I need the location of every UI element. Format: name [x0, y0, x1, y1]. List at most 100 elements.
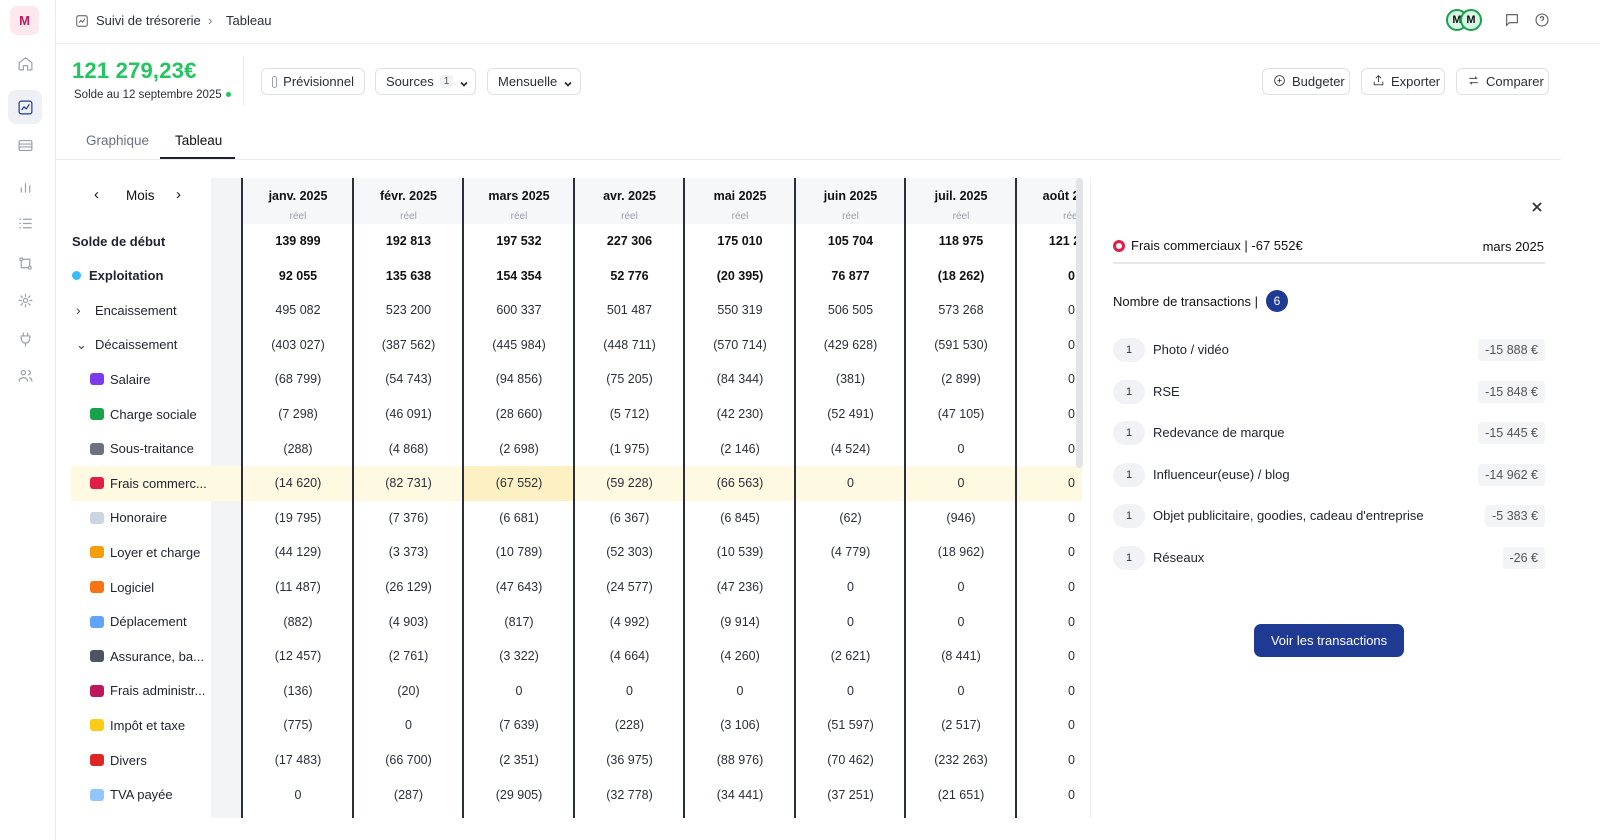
table-cell[interactable]: 0 [1017, 743, 1083, 777]
table-cell[interactable]: 0 [906, 432, 1016, 466]
table-cell[interactable]: (6 681) [464, 501, 574, 535]
month-header[interactable]: févr. 2025 [354, 189, 464, 203]
table-cell[interactable]: (47 643) [464, 570, 574, 604]
table-cell[interactable]: (82 731) [354, 466, 464, 500]
table-cell[interactable]: (18 962) [906, 535, 1016, 569]
table-cell[interactable]: (8 441) [906, 639, 1016, 673]
table-cell[interactable]: (4 779) [796, 535, 906, 569]
table-cell[interactable]: (228) [575, 708, 685, 742]
table-cell[interactable]: 154 354 [464, 259, 574, 293]
table-cell[interactable]: 0 [1017, 501, 1083, 535]
table-cell[interactable]: (88 976) [685, 743, 795, 777]
table-cell[interactable]: 0 [906, 570, 1016, 604]
table-cell[interactable]: 135 638 [354, 259, 464, 293]
table-cell[interactable]: 52 776 [575, 259, 685, 293]
table-cell[interactable]: (3 106) [685, 708, 795, 742]
table-cell[interactable]: (29 905) [464, 778, 574, 812]
table-cell[interactable]: 0 [1017, 778, 1083, 812]
breadcrumb-parent[interactable]: Suivi de trésorerie [96, 13, 201, 28]
table-cell[interactable]: (3 322) [464, 639, 574, 673]
table-cell[interactable]: (403 027) [243, 328, 353, 362]
table-cell[interactable]: 506 505 [796, 293, 906, 327]
table-cell[interactable]: (2 899) [906, 362, 1016, 396]
table-cell[interactable]: (12 457) [243, 639, 353, 673]
table-cell[interactable]: 0 [1017, 570, 1083, 604]
table-cell[interactable]: (775) [243, 708, 353, 742]
table-cell[interactable]: 0 [1017, 259, 1083, 293]
row-label[interactable]: Assurance, ba... [90, 639, 204, 673]
table-cell[interactable]: 0 [685, 674, 795, 708]
table-cell[interactable]: (20 395) [685, 259, 795, 293]
table-cell[interactable]: 0 [354, 708, 464, 742]
table-cell[interactable]: (5 712) [575, 397, 685, 431]
table-cell[interactable]: (21 651) [906, 778, 1016, 812]
users-icon[interactable] [8, 358, 42, 392]
row-label[interactable]: Charge sociale [90, 397, 197, 431]
exporter-button[interactable]: Exporter [1361, 68, 1445, 95]
table-cell[interactable]: (3 373) [354, 535, 464, 569]
table-cell[interactable]: 0 [1017, 328, 1083, 362]
row-label[interactable]: Frais administr... [90, 674, 205, 708]
table-cell[interactable]: (94 856) [464, 362, 574, 396]
table-cell[interactable]: 139 899 [243, 224, 353, 258]
month-header[interactable]: janv. 2025 [243, 189, 353, 203]
table-cell[interactable]: 0 [1017, 362, 1083, 396]
transaction-item[interactable]: 1 Objet publicitaire, goodies, cadeau d'e… [1113, 503, 1545, 529]
table-cell[interactable]: (67 552) [464, 466, 574, 500]
month-header[interactable]: mars 2025 [464, 189, 574, 203]
table-cell[interactable]: (946) [906, 501, 1016, 535]
table-cell[interactable]: (591 530) [906, 328, 1016, 362]
table-cell[interactable]: (70 462) [796, 743, 906, 777]
row-label[interactable]: Déplacement [90, 605, 187, 639]
table-cell[interactable]: (68 799) [243, 362, 353, 396]
plug-icon[interactable] [8, 322, 42, 356]
table-cell[interactable]: (136) [243, 674, 353, 708]
table-cell[interactable]: 0 [1017, 397, 1083, 431]
table-cell[interactable]: (882) [243, 605, 353, 639]
table-cell[interactable]: (445 984) [464, 328, 574, 362]
table-cell[interactable]: (288) [243, 432, 353, 466]
table-cell[interactable]: (7 376) [354, 501, 464, 535]
table-cell[interactable]: (14 620) [243, 466, 353, 500]
row-label[interactable]: Divers [90, 743, 147, 777]
list-icon[interactable] [8, 206, 42, 240]
table-cell[interactable]: (232 263) [906, 743, 1016, 777]
table-cell[interactable]: 573 268 [906, 293, 1016, 327]
table-cell[interactable]: 197 532 [464, 224, 574, 258]
transaction-item[interactable]: 1 RSE -15 848 € [1113, 379, 1545, 405]
table-cell[interactable]: (66 563) [685, 466, 795, 500]
table-cell[interactable]: (32 778) [575, 778, 685, 812]
table-cell[interactable]: 600 337 [464, 293, 574, 327]
chat-icon[interactable] [1504, 12, 1522, 30]
bank-card-icon[interactable] [8, 128, 42, 162]
month-header[interactable]: mai 2025 [685, 189, 795, 203]
table-cell[interactable]: (26 129) [354, 570, 464, 604]
budgeter-button[interactable]: Budgeter [1262, 68, 1350, 95]
row-label[interactable]: ⌄ Décaissement [76, 328, 177, 362]
month-header[interactable]: juin 2025 [796, 189, 906, 203]
table-cell[interactable]: (66 700) [354, 743, 464, 777]
tab-tableau[interactable]: Tableau [175, 133, 222, 148]
org-logo[interactable]: M [10, 6, 39, 35]
table-cell[interactable]: (4 260) [685, 639, 795, 673]
table-cell[interactable]: (4 664) [575, 639, 685, 673]
table-cell[interactable]: 0 [1017, 639, 1083, 673]
row-label[interactable]: Impôt et taxe [90, 708, 185, 742]
table-cell[interactable]: 0 [1017, 708, 1083, 742]
table-cell[interactable]: (19 795) [243, 501, 353, 535]
row-label[interactable]: TVA payée [90, 778, 173, 812]
table-cell[interactable]: 0 [243, 778, 353, 812]
table-cell[interactable]: (28 660) [464, 397, 574, 431]
table-cell[interactable]: (62) [796, 501, 906, 535]
table-cell[interactable]: (4 524) [796, 432, 906, 466]
table-cell[interactable]: (387 562) [354, 328, 464, 362]
transaction-item[interactable]: 1 Influenceur(euse) / blog -14 962 € [1113, 462, 1545, 488]
row-label[interactable]: Honoraire [90, 501, 167, 535]
table-cell[interactable]: (4 868) [354, 432, 464, 466]
treasury-chart-icon[interactable] [8, 90, 42, 124]
table-cell[interactable]: 0 [464, 674, 574, 708]
row-label[interactable]: Salaire [90, 362, 150, 396]
row-label[interactable]: › Encaissement [76, 293, 177, 327]
table-cell[interactable]: 0 [796, 674, 906, 708]
table-cell[interactable]: (1 975) [575, 432, 685, 466]
